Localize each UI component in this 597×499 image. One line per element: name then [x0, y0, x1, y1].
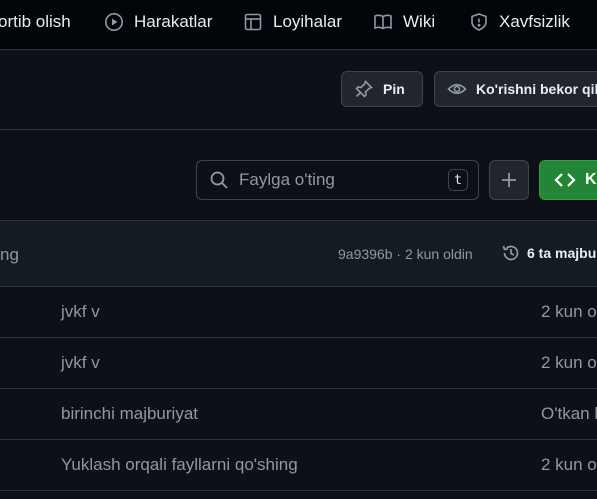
repo-nav: ortib olish Harakatlar Loyihalar Wiki Xa…	[0, 0, 597, 50]
nav-item-label: Harakatlar	[134, 12, 213, 31]
repository-page: ortib olish Harakatlar Loyihalar Wiki Xa…	[0, 0, 597, 499]
plus-icon	[502, 173, 516, 187]
search-icon	[210, 171, 228, 189]
file-commit-time: O'tkan hafta	[541, 404, 597, 423]
book-icon	[374, 14, 392, 30]
add-file-button[interactable]	[489, 160, 529, 200]
file-commit-time: 2 kun oldin	[541, 302, 597, 321]
file-row: jvkf v 2 kun oldin	[0, 338, 597, 389]
latest-commit-bar: ng 9a9396b · 2 kun oldin 6 ta majburiyat	[0, 220, 597, 287]
nav-item-label: Loyihalar	[273, 12, 342, 31]
history-icon	[502, 245, 519, 261]
pin-icon	[355, 80, 373, 98]
commit-message[interactable]: ng	[0, 245, 19, 265]
shortcut-key: t	[448, 169, 468, 191]
unwatch-label: Ko'rishni bekor qilish	[476, 81, 597, 97]
file-row: birinchi majburiyat O'tkan hafta	[0, 389, 597, 440]
commit-meta[interactable]: 9a9396b · 2 kun oldin	[338, 246, 473, 262]
file-row: Yuklash orqali fayllarni qo'shing 2 kun …	[0, 440, 597, 491]
nav-item-wiki[interactable]: Wiki	[373, 0, 435, 44]
shield-icon	[471, 13, 487, 31]
search-placeholder: Faylga o'ting	[239, 170, 335, 189]
file-commit-message[interactable]: birinchi majburiyat	[61, 404, 198, 424]
file-commit-time: 2 kun oldin	[541, 455, 597, 474]
nav-item-label: ortib olish	[0, 12, 71, 31]
table-icon	[244, 13, 262, 31]
nav-item-label: Wiki	[403, 12, 436, 31]
nav-item-forks[interactable]: ortib olish	[0, 0, 71, 44]
code-button[interactable]: Kod	[539, 160, 597, 200]
file-commit-message[interactable]: jvkf v	[61, 353, 100, 373]
pin-button[interactable]: Pin	[341, 71, 423, 107]
file-row: jvkf v 2 kun oldin	[0, 287, 597, 338]
pin-label: Pin	[383, 81, 405, 97]
unwatch-button[interactable]: Ko'rishni bekor qilish	[434, 71, 597, 107]
go-to-file-input[interactable]: Faylga o'ting t	[196, 160, 479, 200]
play-circle-icon	[105, 13, 123, 31]
nav-item-projects[interactable]: Loyihalar	[243, 0, 342, 44]
nav-item-label: Xavfsizlik	[499, 12, 570, 31]
nav-item-security[interactable]: Xavfsizlik	[469, 0, 570, 44]
nav-item-actions[interactable]: Harakatlar	[104, 0, 212, 44]
file-commit-time: 2 kun oldin	[541, 353, 597, 372]
commit-history-link[interactable]: 6 ta majburiyat	[501, 243, 597, 263]
file-commit-message[interactable]: jvkf v	[61, 302, 100, 322]
repo-action-bar: Pin Ko'rishni bekor qilish	[0, 50, 597, 130]
code-label: Kod	[585, 171, 597, 188]
eye-icon	[447, 83, 467, 95]
history-label: 6 ta majburiyat	[527, 245, 597, 261]
code-icon	[554, 173, 576, 187]
file-commit-message[interactable]: Yuklash orqali fayllarni qo'shing	[61, 455, 298, 475]
